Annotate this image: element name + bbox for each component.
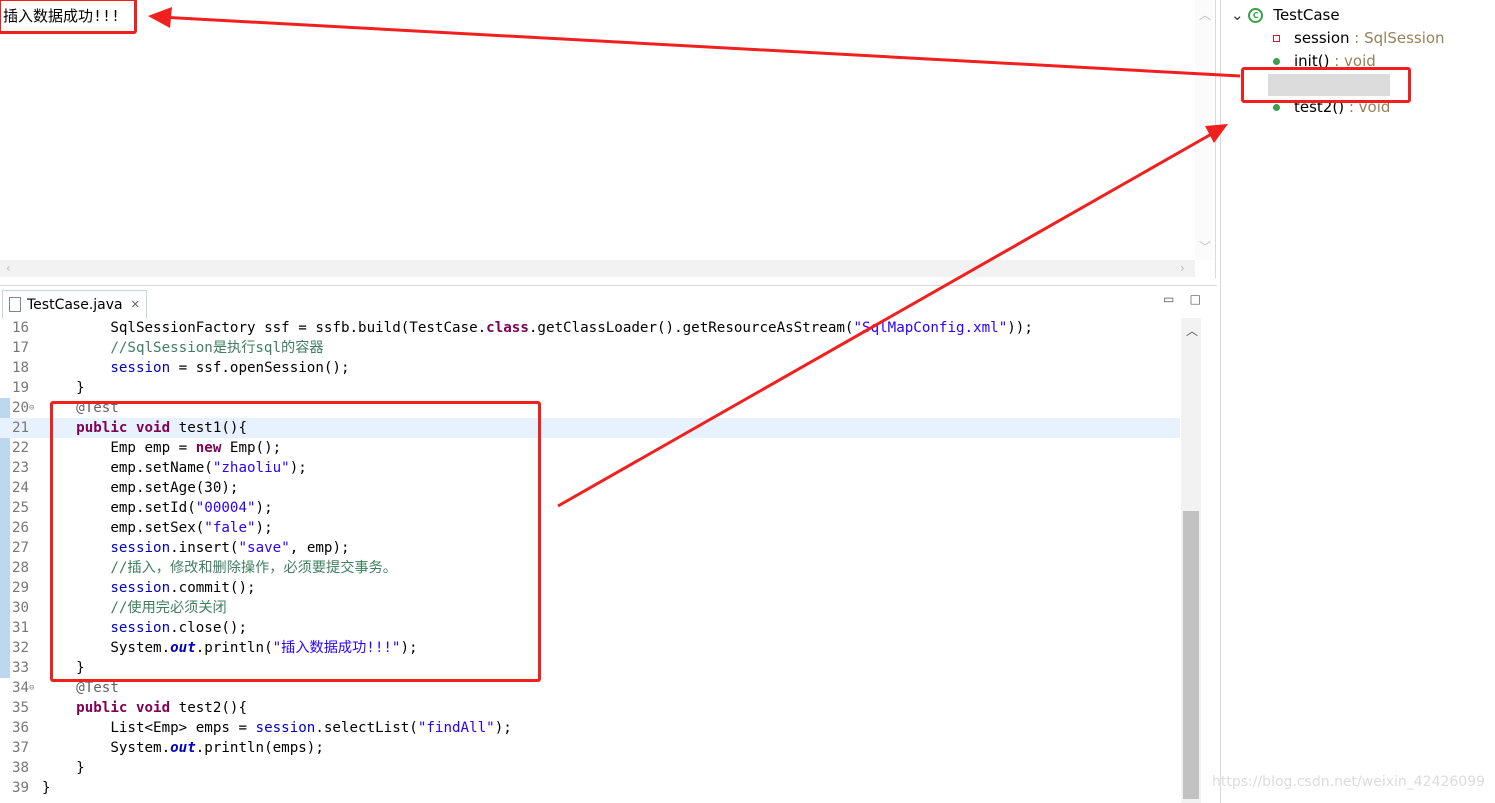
- code-token: }: [42, 760, 85, 776]
- code-line[interactable]: 38 }: [0, 758, 1180, 778]
- maximize-icon[interactable]: □: [1190, 292, 1201, 306]
- code-token: out: [170, 740, 196, 756]
- line-number: 26: [12, 520, 30, 536]
- code-token: .println(emps);: [195, 740, 324, 756]
- code-text: SqlSessionFactory ssf = ssfb.build(TestC…: [42, 318, 1033, 338]
- code-text: session = ssf.openSession();: [42, 358, 350, 378]
- code-token: SqlSessionFactory ssf = ssfb.build(TestC…: [42, 320, 487, 336]
- code-text: public void test2(){: [42, 698, 247, 718]
- line-number: 33: [12, 660, 30, 676]
- line-number: 35: [12, 700, 30, 716]
- code-token: System.: [42, 740, 171, 756]
- scroll-right-icon[interactable]: ›: [1180, 261, 1185, 275]
- console-view: 插入数据成功!!! ︿ ﹀ ‹ ›: [0, 0, 1216, 278]
- outline-member-name: session: [1294, 29, 1350, 47]
- code-text: System.out.println(emps);: [42, 738, 324, 758]
- line-number: 22: [12, 440, 30, 456]
- window-controls: ▭ □: [1163, 292, 1201, 306]
- fold-toggle-icon[interactable]: ⊖: [29, 678, 34, 698]
- code-line[interactable]: 35 public void test2(){: [0, 698, 1180, 718]
- annotation-box-outline-test1: [1241, 67, 1411, 103]
- code-line[interactable]: 37 System.out.println(emps);: [0, 738, 1180, 758]
- line-number: 17: [12, 340, 30, 356]
- code-token: test2(){: [170, 700, 248, 716]
- code-line[interactable]: 39}: [0, 778, 1180, 798]
- code-token: }: [42, 380, 85, 396]
- line-number: 27: [12, 540, 30, 556]
- line-number: 37: [12, 740, 30, 756]
- editor-scroll-thumb[interactable]: [1183, 511, 1199, 799]
- console-horizontal-scrollbar[interactable]: ‹ ›: [0, 260, 1195, 277]
- annotation-box-test1-method: [50, 401, 541, 682]
- outline-member-type: : SqlSession: [1349, 29, 1445, 47]
- editor-tab-bar: TestCase.java ✕ ▭ □: [0, 285, 1217, 319]
- minimize-icon[interactable]: ▭: [1163, 292, 1174, 306]
- code-token: @Test: [42, 680, 119, 696]
- console-vertical-scrollbar[interactable]: ︿ ﹀: [1195, 0, 1213, 260]
- outline-view: ⌄ C TestCase session : SqlSession init() : …: [1220, 0, 1495, 803]
- line-number: 23: [12, 460, 30, 476]
- code-line[interactable]: 17 //SqlSession是执行sql的容器: [0, 338, 1180, 358]
- code-line[interactable]: 16 SqlSessionFactory ssf = ssfb.build(Te…: [0, 318, 1180, 338]
- public-method-icon: [1273, 58, 1280, 65]
- outline-class-node[interactable]: ⌄ C TestCase: [1231, 4, 1340, 26]
- code-line[interactable]: 19 }: [0, 378, 1180, 398]
- scroll-down-icon[interactable]: ﹀: [1199, 238, 1211, 255]
- code-token: //SqlSession是执行sql的容器: [42, 340, 324, 356]
- line-number: 21: [12, 420, 30, 436]
- close-icon[interactable]: ✕: [131, 298, 140, 311]
- line-number: 30: [12, 600, 30, 616]
- tab-testcase-java[interactable]: TestCase.java ✕: [2, 290, 147, 318]
- code-token: .selectList(: [315, 720, 418, 736]
- line-number: 24: [12, 480, 30, 496]
- code-token: );: [494, 720, 512, 736]
- code-line[interactable]: 18 session = ssf.openSession();: [0, 358, 1180, 378]
- code-token: session: [110, 360, 171, 376]
- line-number: 28: [12, 560, 30, 576]
- scroll-left-icon[interactable]: ‹: [6, 261, 11, 275]
- fold-toggle-icon[interactable]: ⊖: [29, 398, 34, 418]
- code-text: }: [42, 778, 51, 798]
- code-text: List<Emp> emps = session.selectList("fin…: [42, 718, 512, 738]
- private-field-icon: [1273, 35, 1280, 42]
- code-token: public void: [76, 700, 171, 716]
- code-line[interactable]: 36 List<Emp> emps = session.selectList("…: [0, 718, 1180, 738]
- scroll-up-icon[interactable]: ︿: [1199, 6, 1211, 23]
- code-text: //SqlSession是执行sql的容器: [42, 338, 324, 358]
- annotation-box-console: [0, 0, 137, 34]
- code-token: List<Emp> emps =: [42, 720, 256, 736]
- scroll-up-icon[interactable]: ︿: [1186, 322, 1198, 339]
- code-text: }: [42, 378, 85, 398]
- outline-class-name: TestCase: [1273, 6, 1340, 24]
- code-token: }: [42, 780, 51, 796]
- tab-label: TestCase.java: [27, 296, 123, 313]
- line-number: 32: [12, 640, 30, 656]
- line-number: 25: [12, 500, 30, 516]
- chevron-down-icon[interactable]: ⌄: [1231, 6, 1248, 24]
- line-number: 39: [12, 780, 30, 796]
- watermark: https://blog.csdn.net/weixin_42426099: [1212, 774, 1486, 790]
- java-file-icon: [9, 297, 21, 312]
- outline-member-session[interactable]: session : SqlSession: [1273, 27, 1445, 49]
- code-token: = ssf.openSession();: [170, 360, 350, 376]
- line-number: 16: [12, 320, 30, 336]
- code-token: ));: [1007, 320, 1033, 336]
- code-token: .getClassLoader().getResourceAsStream(: [528, 320, 854, 336]
- code-text: }: [42, 758, 85, 778]
- class-icon: C: [1248, 8, 1264, 23]
- line-number: 29: [12, 580, 30, 596]
- code-token: "findAll": [417, 720, 495, 736]
- line-number: 31: [12, 620, 30, 636]
- line-number: 19: [12, 380, 30, 396]
- line-number: 18: [12, 360, 30, 376]
- public-method-icon: [1273, 104, 1280, 111]
- line-number: 36: [12, 720, 30, 736]
- code-token: session: [255, 720, 316, 736]
- code-token: class: [486, 320, 529, 336]
- line-number: 38: [12, 760, 30, 776]
- code-token: "SqlMapConfig.xml": [853, 320, 1008, 336]
